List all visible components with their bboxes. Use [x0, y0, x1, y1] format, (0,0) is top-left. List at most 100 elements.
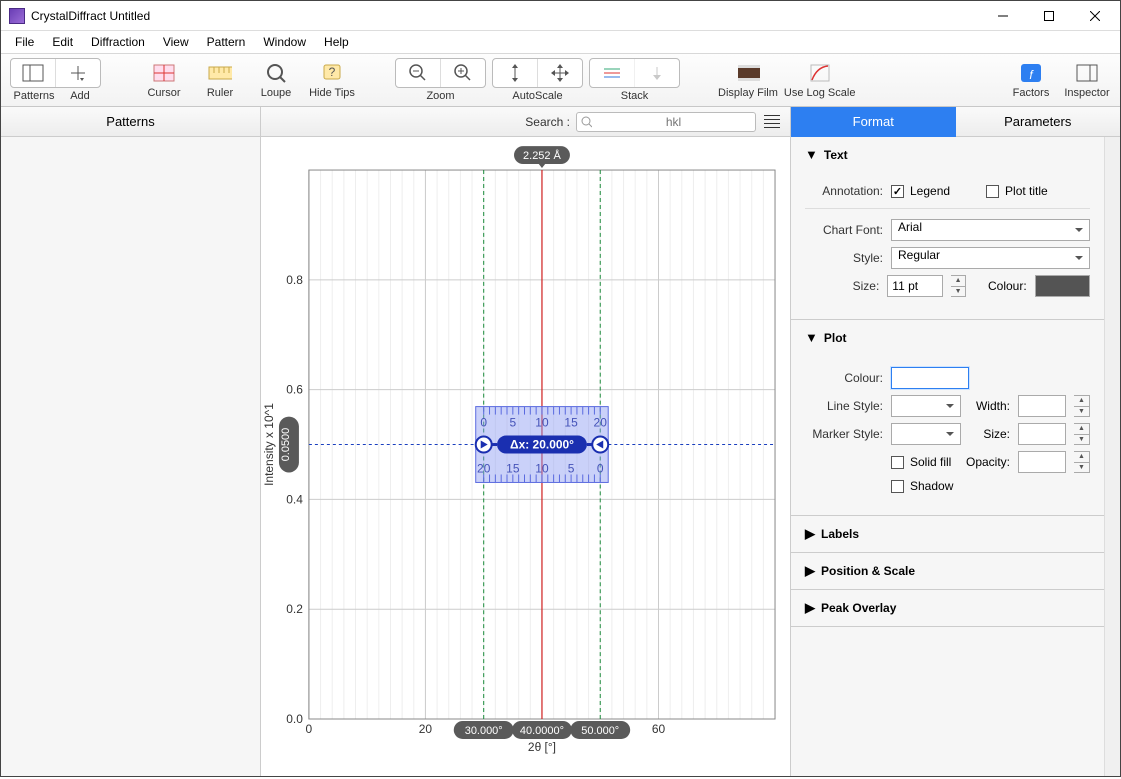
svg-text:0: 0 [597, 461, 604, 475]
stack-down-icon [645, 61, 669, 85]
chart-font-select[interactable]: Arial [891, 219, 1090, 241]
svg-text:5: 5 [510, 416, 517, 430]
search-bar: Search : [261, 107, 790, 137]
toolbar: PatternsAdd Cursor Ruler Loupe ?Hide Tip… [1, 53, 1120, 107]
svg-text:Intensity x 10^1: Intensity x 10^1 [262, 403, 276, 486]
svg-text:0.8: 0.8 [286, 273, 303, 287]
section-text-header[interactable]: ▼ Text [791, 137, 1104, 172]
zoom-in-icon [451, 61, 475, 85]
svg-text:5: 5 [568, 461, 575, 475]
menu-help[interactable]: Help [316, 33, 357, 51]
svg-text:15: 15 [564, 416, 578, 430]
line-width-field[interactable] [1018, 395, 1066, 417]
section-position-scale-header[interactable]: ▶ Position & Scale [791, 553, 1104, 589]
inspector-panel: Format Parameters ▼ Text Annotation: Leg… [790, 107, 1120, 776]
factors-button[interactable]: fFactors [1006, 61, 1056, 99]
patterns-label: Patterns [9, 90, 59, 102]
autoscale-xy-icon [548, 61, 572, 85]
menu-view[interactable]: View [155, 33, 197, 51]
svg-text:0.6: 0.6 [286, 383, 303, 397]
line-style-select[interactable] [891, 395, 961, 417]
window-title: CrystalDiffract Untitled [31, 9, 150, 23]
diffraction-plot[interactable]: 02040600.00.20.40.60.82θ [°]Intensity x … [261, 137, 790, 776]
svg-text:40.0000°: 40.0000° [520, 725, 564, 737]
search-box[interactable] [576, 112, 756, 132]
loupe-button[interactable]: Loupe [251, 61, 301, 99]
close-button[interactable] [1072, 1, 1118, 31]
svg-text:20: 20 [594, 416, 608, 430]
menu-file[interactable]: File [7, 33, 42, 51]
menu-pattern[interactable]: Pattern [199, 33, 254, 51]
hide-tips-icon: ? [320, 61, 344, 85]
use-log-scale-button[interactable]: Use Log Scale [784, 61, 856, 99]
patterns-panel: Patterns [1, 107, 261, 776]
patterns-icon [21, 61, 45, 85]
app-icon [9, 8, 25, 24]
opacity-field[interactable] [1018, 451, 1066, 473]
svg-text:0.2: 0.2 [286, 602, 303, 616]
hide-tips-button[interactable]: ?Hide Tips [307, 61, 357, 99]
log-scale-icon [808, 61, 832, 85]
menu-window[interactable]: Window [255, 33, 314, 51]
plot-area[interactable]: 02040600.00.20.40.60.82θ [°]Intensity x … [261, 137, 790, 776]
menu-edit[interactable]: Edit [44, 33, 81, 51]
factors-icon: f [1019, 61, 1043, 85]
font-size-field[interactable]: 11 pt [887, 275, 943, 297]
menu-diffraction[interactable]: Diffraction [83, 33, 153, 51]
stack-toggle-button[interactable] [590, 59, 634, 87]
search-label: Search : [525, 115, 570, 129]
legend-checkbox[interactable]: Legend [891, 184, 950, 198]
inspector-button[interactable]: Inspector [1062, 61, 1112, 99]
zoom-out-icon [406, 61, 430, 85]
solid-fill-checkbox[interactable]: Solid fill [891, 455, 951, 469]
hamburger-menu-button[interactable] [762, 112, 782, 132]
patterns-button[interactable] [11, 59, 55, 87]
svg-text:15: 15 [506, 461, 520, 475]
marker-style-select[interactable] [891, 423, 961, 445]
line-width-stepper[interactable]: ▲▼ [1074, 395, 1090, 417]
section-labels-header[interactable]: ▶ Labels [791, 516, 1104, 552]
svg-text:20: 20 [477, 461, 491, 475]
marker-size-stepper[interactable]: ▲▼ [1074, 423, 1090, 445]
text-colour-swatch[interactable] [1035, 275, 1090, 297]
plot-title-checkbox[interactable]: Plot title [986, 184, 1048, 198]
patterns-list[interactable] [1, 137, 260, 776]
add-icon [66, 61, 90, 85]
tab-parameters[interactable]: Parameters [956, 107, 1121, 137]
autoscale-y-icon [503, 61, 527, 85]
display-film-button[interactable]: Display Film [718, 61, 778, 99]
ruler-button[interactable]: Ruler [195, 61, 245, 99]
ruler-icon [208, 61, 232, 85]
inspector-icon [1075, 61, 1099, 85]
search-input[interactable] [596, 115, 751, 129]
patterns-panel-header: Patterns [1, 107, 260, 137]
opacity-stepper[interactable]: ▲▼ [1074, 451, 1090, 473]
zoom-out-button[interactable] [396, 59, 440, 87]
search-icon [581, 116, 592, 128]
cursor-icon [152, 61, 176, 85]
zoom-in-button[interactable] [440, 59, 485, 87]
shadow-checkbox[interactable]: Shadow [891, 479, 953, 493]
section-peak-overlay-header[interactable]: ▶ Peak Overlay [791, 590, 1104, 626]
add-button[interactable] [55, 59, 100, 87]
minimize-button[interactable] [980, 1, 1026, 31]
plot-colour-swatch[interactable] [891, 367, 969, 389]
section-plot-header[interactable]: ▼ Plot [791, 320, 1104, 355]
maximize-button[interactable] [1026, 1, 1072, 31]
font-style-select[interactable]: Regular [891, 247, 1090, 269]
loupe-icon [264, 61, 288, 85]
autoscale-xy-button[interactable] [537, 59, 582, 87]
menu-bar: File Edit Diffraction View Pattern Windo… [1, 31, 1120, 53]
autoscale-y-button[interactable] [493, 59, 537, 87]
inspector-scrollbar[interactable] [1104, 137, 1120, 776]
cursor-button[interactable]: Cursor [139, 61, 189, 99]
svg-text:60: 60 [652, 722, 666, 736]
tab-format[interactable]: Format [791, 107, 956, 137]
font-size-stepper[interactable]: ▲▼ [951, 275, 966, 297]
stack-icon [600, 61, 624, 85]
svg-text:0: 0 [306, 722, 313, 736]
stack-down-button[interactable] [634, 59, 679, 87]
svg-text:?: ? [329, 65, 336, 79]
film-icon [736, 61, 760, 85]
marker-size-field[interactable] [1018, 423, 1066, 445]
